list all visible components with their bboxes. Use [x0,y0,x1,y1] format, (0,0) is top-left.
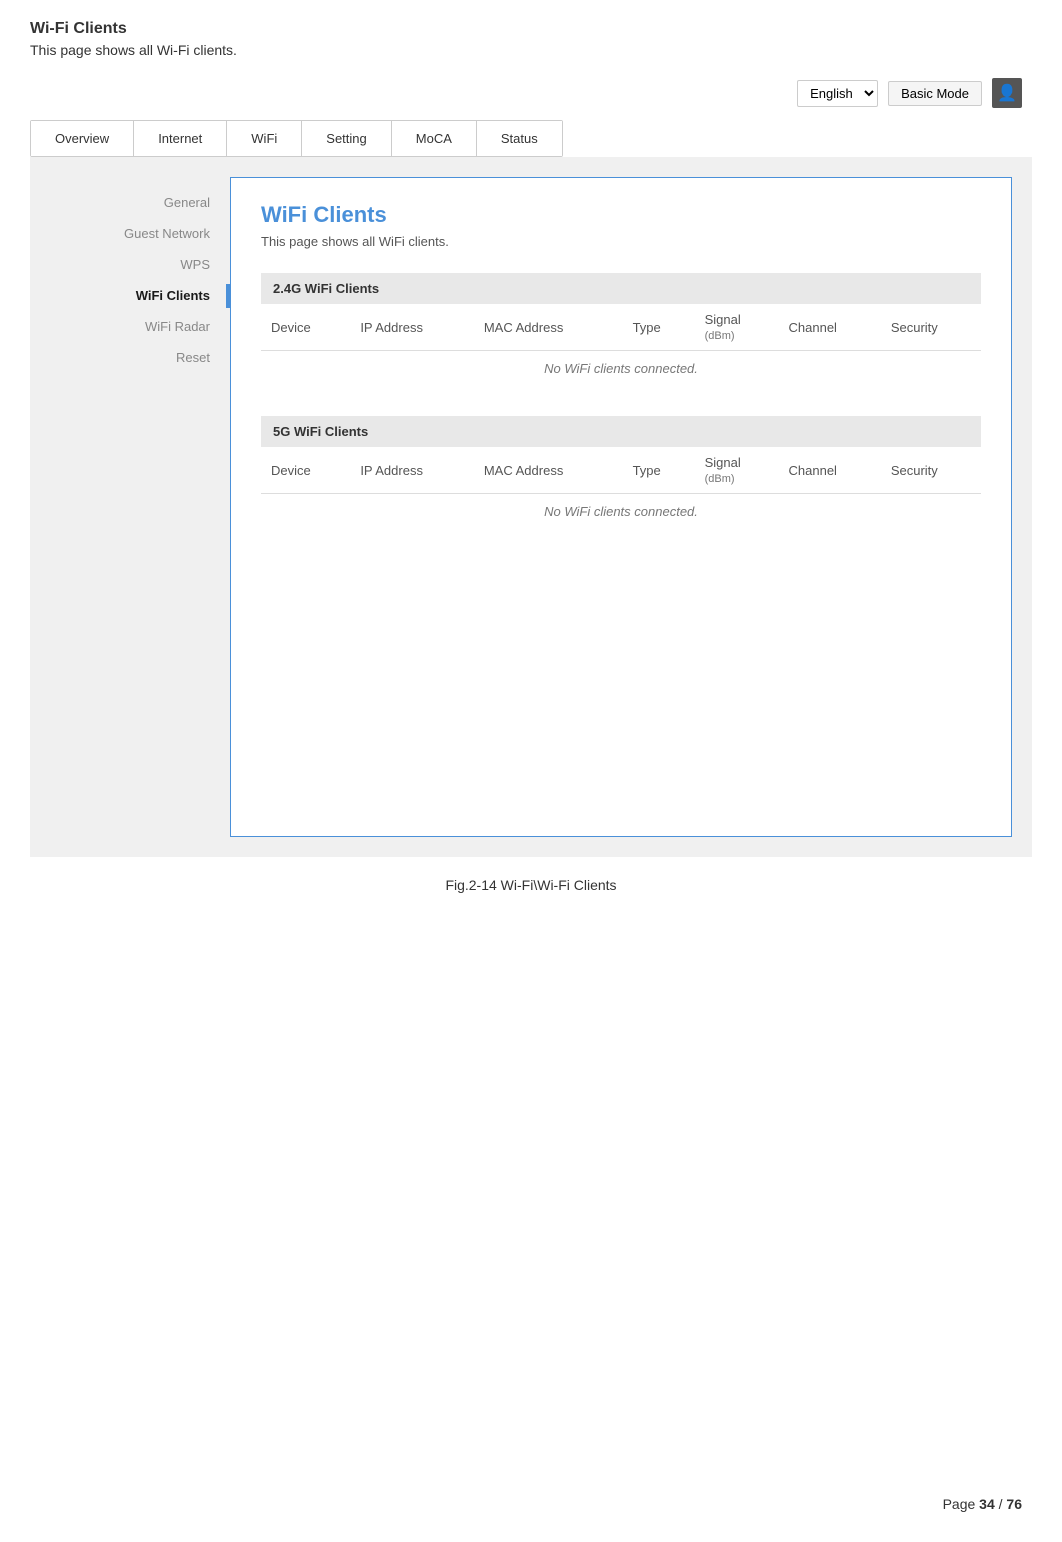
table-24g-empty-row: No WiFi clients connected. [261,351,981,387]
tab-overview[interactable]: Overview [31,121,134,156]
sidebar-item-wifi-radar[interactable]: WiFi Radar [30,311,230,342]
figure-caption: Fig.2-14 Wi-Fi\Wi-Fi Clients [30,877,1032,893]
col-security: Security [881,304,981,351]
page-header: Wi-Fi Clients This page shows all Wi-Fi … [30,20,1032,58]
sidebar-item-wps[interactable]: WPS [30,249,230,280]
section-5g: 5G WiFi Clients Device IP Address MAC Ad… [261,416,981,529]
language-select[interactable]: English [797,80,878,107]
page-footer: Page 34 / 76 [943,1496,1022,1512]
top-bar: English Basic Mode 👤 [30,78,1032,108]
tab-moca[interactable]: MoCA [392,121,477,156]
col-5g-device: Device [261,447,350,494]
empty-message-5g: No WiFi clients connected. [261,494,981,530]
table-24g: Device IP Address MAC Address Type Signa… [261,304,981,386]
nav-tabs: Overview Internet WiFi Setting MoCA Stat… [30,120,563,157]
tab-wifi[interactable]: WiFi [227,121,302,156]
tab-internet[interactable]: Internet [134,121,227,156]
tab-status[interactable]: Status [477,121,562,156]
sidebar-item-reset[interactable]: Reset [30,342,230,373]
footer-separator: / [995,1496,1007,1512]
col-5g-security: Security [881,447,981,494]
sidebar-item-general[interactable]: General [30,187,230,218]
sidebar: General Guest Network WPS WiFi Clients W… [30,177,230,837]
main-area: General Guest Network WPS WiFi Clients W… [30,157,1032,857]
empty-message-24g: No WiFi clients connected. [261,351,981,387]
col-mac-address: MAC Address [474,304,623,351]
table-5g: Device IP Address MAC Address Type Signa… [261,447,981,529]
col-type: Type [623,304,695,351]
sidebar-item-guest-network[interactable]: Guest Network [30,218,230,249]
col-channel: Channel [779,304,881,351]
col-5g-mac-address: MAC Address [474,447,623,494]
table-24g-header-row: Device IP Address MAC Address Type Signa… [261,304,981,351]
section-5g-header: 5G WiFi Clients [261,416,981,447]
section-24g: 2.4G WiFi Clients Device IP Address MAC … [261,273,981,386]
table-5g-empty-row: No WiFi clients connected. [261,494,981,530]
user-icon-button[interactable]: 👤 [992,78,1022,108]
col-5g-signal: Signal (dBm) [695,447,779,494]
footer-current: 34 [979,1496,995,1512]
col-5g-type: Type [623,447,695,494]
col-5g-ip-address: IP Address [350,447,474,494]
col-5g-channel: Channel [779,447,881,494]
page-title: Wi-Fi Clients [30,20,1032,38]
content-panel: WiFi Clients This page shows all WiFi cl… [230,177,1012,837]
content-description: This page shows all WiFi clients. [261,234,981,249]
section-24g-header: 2.4G WiFi Clients [261,273,981,304]
user-icon: 👤 [997,83,1017,103]
footer-total: 76 [1006,1496,1022,1512]
sidebar-item-wifi-clients[interactable]: WiFi Clients [30,280,230,311]
content-title: WiFi Clients [261,202,981,228]
tab-setting[interactable]: Setting [302,121,391,156]
page-description: This page shows all Wi-Fi clients. [30,42,1032,58]
col-device: Device [261,304,350,351]
basic-mode-button[interactable]: Basic Mode [888,81,982,106]
table-5g-header-row: Device IP Address MAC Address Type Signa… [261,447,981,494]
footer-text: Page [943,1496,980,1512]
col-ip-address: IP Address [350,304,474,351]
col-signal: Signal (dBm) [695,304,779,351]
